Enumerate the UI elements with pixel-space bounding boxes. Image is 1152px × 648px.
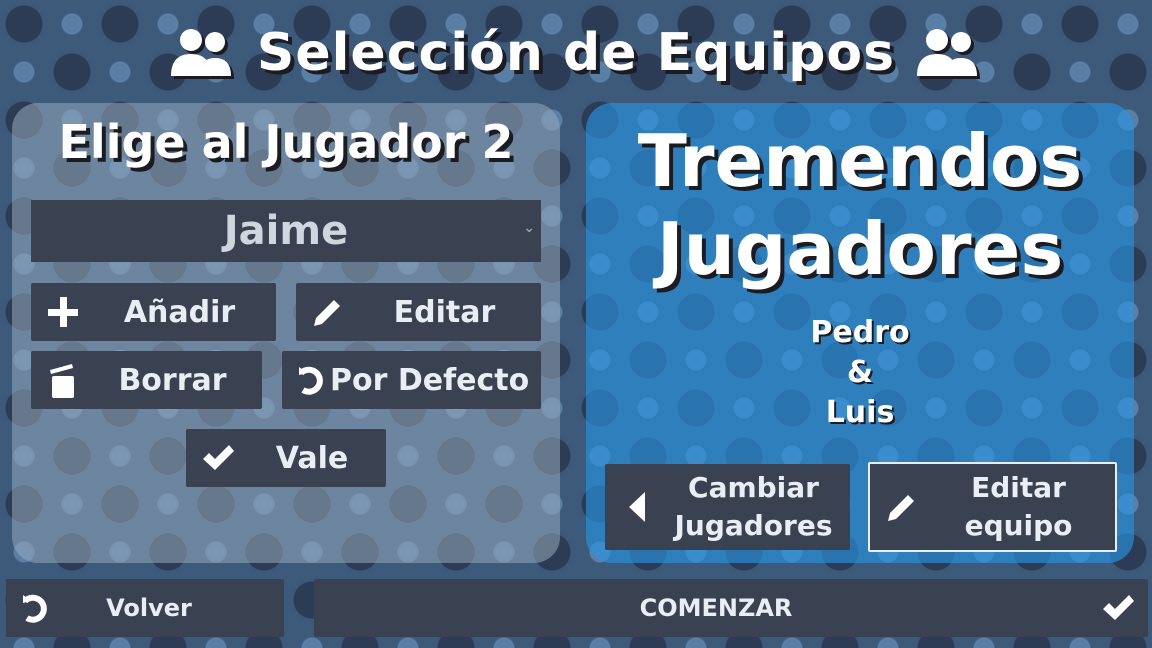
default-label: Por Defecto [330, 362, 530, 398]
back-button[interactable]: Volver [6, 579, 284, 637]
player-panel: Elige al Jugador 2 Jaime ⌄ Añadir Editar… [12, 103, 560, 563]
screen-title: Selección de Equipos [0, 18, 1152, 88]
undo-icon [14, 588, 54, 628]
change-players-label-line1: Cambiar [688, 471, 819, 504]
team-panel: Tremendos Jugadores Pedro & Luis Cambiar… [586, 103, 1134, 563]
player-dropdown[interactable]: Jaime ⌄ [31, 200, 541, 262]
add-label: Añadir [123, 294, 236, 330]
ok-button[interactable]: Vale [186, 429, 386, 487]
team-member-1: Pedro [810, 315, 910, 350]
pencil-icon [308, 292, 348, 332]
check-icon [1098, 588, 1138, 628]
back-label: Volver [106, 594, 192, 622]
change-players-label-line2: Jugadores [674, 509, 833, 542]
add-player-button[interactable]: Añadir [31, 283, 276, 341]
team-member-joiner: & [846, 355, 874, 390]
team-name-line2: Jugadores [656, 207, 1064, 291]
edit-player-button[interactable]: Editar [296, 283, 541, 341]
trash-icon [43, 360, 83, 400]
team-members: Pedro & Luis [586, 313, 1134, 433]
undo-icon [290, 360, 330, 400]
team-name-line1: Tremendos [637, 119, 1083, 203]
delete-label: Borrar [118, 362, 227, 398]
chevron-down-icon: ⌄ [523, 220, 535, 236]
plus-icon [43, 292, 83, 332]
people-icon [913, 26, 985, 80]
ok-label: Vale [275, 440, 349, 476]
team-name: Tremendos Jugadores [586, 117, 1134, 293]
check-icon [198, 438, 238, 478]
player-heading: Elige al Jugador 2 [58, 115, 514, 169]
edit-team-button[interactable]: Editar equipo [868, 462, 1117, 552]
title-text: Selección de Equipos [256, 23, 896, 83]
delete-player-button[interactable]: Borrar [31, 351, 262, 409]
reset-default-button[interactable]: Por Defecto [282, 351, 541, 409]
edit-team-label-line1: Editar [971, 471, 1066, 504]
pencil-icon [882, 487, 922, 527]
edit-team-label: Editar equipo [922, 469, 1115, 545]
change-players-label: Cambiar Jugadores [657, 469, 850, 545]
edit-label: Editar [393, 294, 496, 330]
people-icon [167, 26, 239, 80]
arrow-left-icon [617, 487, 657, 527]
change-players-button[interactable]: Cambiar Jugadores [605, 464, 850, 550]
team-member-2: Luis [825, 395, 895, 430]
edit-team-label-line2: equipo [964, 509, 1073, 542]
start-button[interactable]: COMENZAR [314, 579, 1148, 637]
start-label: COMENZAR [639, 594, 793, 622]
selected-player: Jaime [223, 208, 349, 254]
